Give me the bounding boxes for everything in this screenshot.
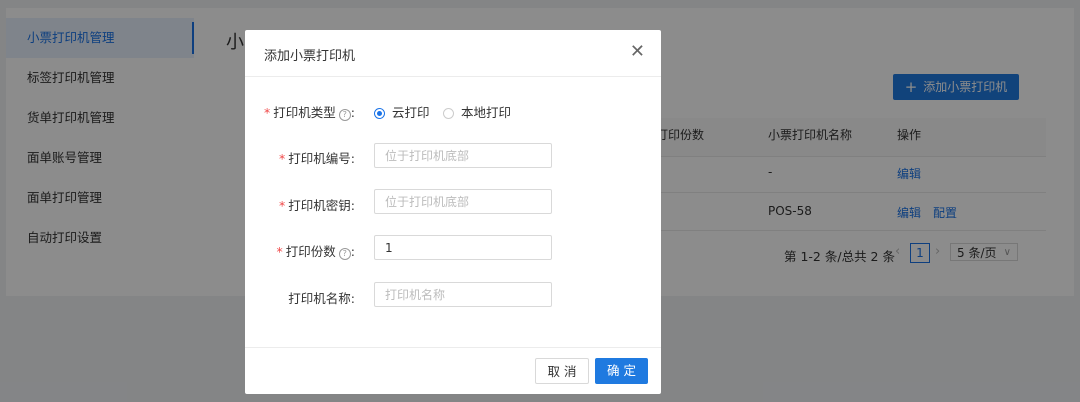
- printer-key-label-text: 打印机密钥:: [288, 198, 355, 213]
- printer-type-label-text: 打印机类型: [273, 105, 336, 120]
- help-icon[interactable]: ?: [338, 109, 351, 121]
- radio-local-print[interactable]: 本地打印: [443, 102, 511, 121]
- printer-key-label: * 打印机密钥:: [279, 195, 355, 214]
- printer-type-label: * 打印机类型?:: [264, 102, 355, 121]
- printer-number-label: * 打印机编号:: [279, 148, 355, 167]
- dialog-footer: 取 消 确 定: [245, 347, 661, 394]
- printer-number-input[interactable]: [374, 143, 552, 168]
- print-copies-input[interactable]: [374, 235, 552, 260]
- help-icon[interactable]: ?: [338, 248, 351, 260]
- dialog-header: 添加小票打印机 ✕: [245, 30, 661, 77]
- radio-checked-icon: [374, 108, 385, 119]
- dialog-title: 添加小票打印机: [264, 49, 356, 64]
- close-icon[interactable]: ✕: [630, 42, 645, 62]
- printer-name-label-text: 打印机名称:: [288, 291, 355, 306]
- printer-name-label: 打印机名称:: [288, 288, 355, 307]
- radio-unchecked-icon: [443, 108, 454, 119]
- confirm-button[interactable]: 确 定: [595, 358, 648, 384]
- add-printer-dialog: 添加小票打印机 ✕ *打印机类型?: 云打印 本地打印 *打印机编号: *打印机…: [245, 30, 661, 394]
- print-copies-label-text: 打印份数: [285, 244, 336, 259]
- radio-cloud-print[interactable]: 云打印: [374, 102, 430, 121]
- printer-number-label-text: 打印机编号:: [288, 151, 355, 166]
- print-copies-label: * 打印份数?:: [277, 241, 355, 260]
- label-colon: :: [350, 105, 355, 120]
- printer-key-input[interactable]: [374, 189, 552, 214]
- printer-name-input[interactable]: [374, 282, 552, 307]
- required-mark: *: [264, 105, 271, 120]
- radio-local-label: 本地打印: [461, 105, 512, 120]
- required-mark: *: [276, 244, 283, 259]
- radio-cloud-label: 云打印: [392, 105, 430, 120]
- required-mark: *: [279, 151, 286, 166]
- required-mark: *: [279, 198, 286, 213]
- label-colon: :: [350, 244, 355, 259]
- cancel-button[interactable]: 取 消: [535, 358, 589, 384]
